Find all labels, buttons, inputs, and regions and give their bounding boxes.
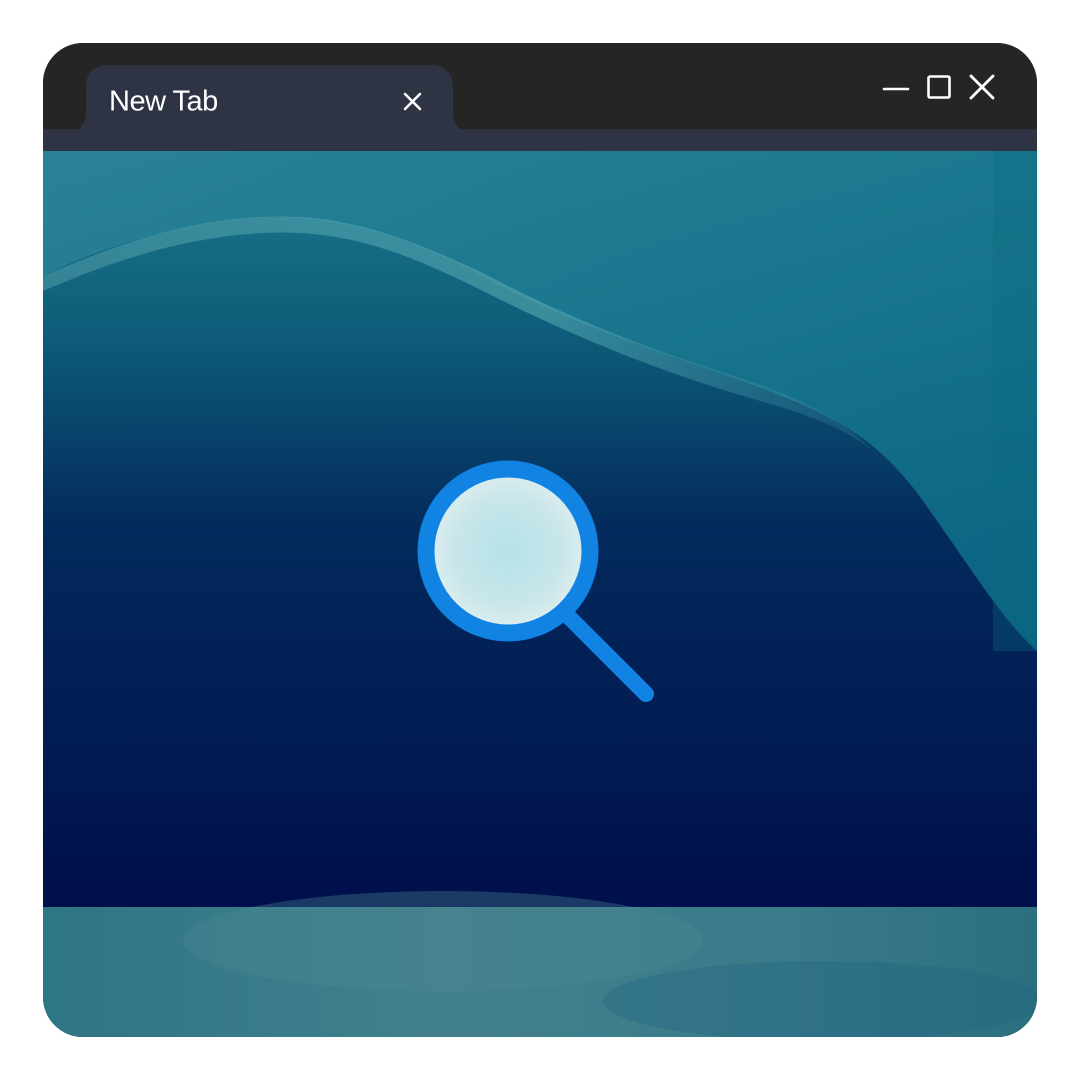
search-icon[interactable]	[416, 459, 666, 709]
title-bar: New Tab	[43, 43, 1037, 135]
window-controls	[868, 71, 997, 103]
tab-title: New Tab	[109, 85, 218, 118]
tab-new-tab[interactable]: New Tab	[86, 65, 453, 135]
new-tab-page	[43, 151, 1037, 1037]
tab-close-icon[interactable]	[400, 89, 426, 115]
minimize-icon[interactable]	[881, 72, 911, 102]
close-icon[interactable]	[967, 72, 997, 102]
maximize-icon[interactable]	[924, 72, 954, 102]
browser-window: New Tab	[43, 43, 1037, 1037]
toolbar-strip	[43, 129, 1037, 151]
